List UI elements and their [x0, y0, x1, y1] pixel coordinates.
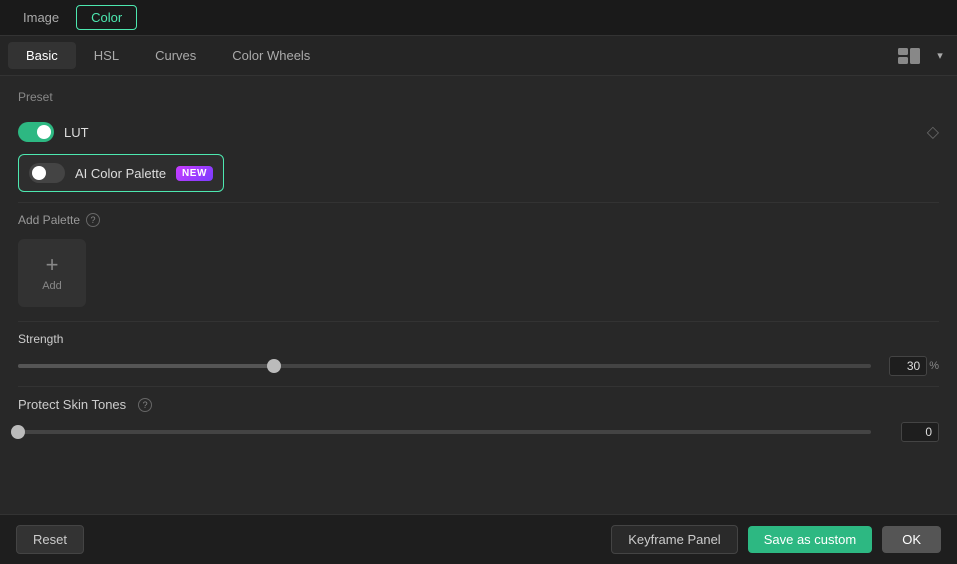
tab-hsl[interactable]: HSL [76, 42, 137, 69]
ok-button[interactable]: OK [882, 526, 941, 553]
strength-value-input[interactable] [889, 356, 927, 376]
strength-section: Strength % [0, 322, 957, 386]
ai-palette-toggle[interactable] [29, 163, 65, 183]
ai-color-palette-row: AI Color Palette NEW [18, 154, 224, 192]
tab-color[interactable]: Color [76, 5, 137, 30]
add-plus-icon: + [46, 254, 59, 276]
lut-toggle[interactable] [18, 122, 54, 142]
protect-skin-slider-thumb[interactable] [11, 425, 25, 439]
lut-row: LUT ◇ [18, 116, 939, 148]
protect-skin-help-icon[interactable]: ? [138, 398, 152, 412]
add-thumb-label: Add [42, 280, 62, 292]
tab-image[interactable]: Image [8, 5, 74, 30]
top-tab-bar: Image Color [0, 0, 957, 36]
strength-slider-fill [18, 364, 274, 368]
tab-curves[interactable]: Curves [137, 42, 214, 69]
strength-unit: % [929, 360, 939, 372]
add-palette-label-text: Add Palette [18, 213, 80, 227]
new-badge: NEW [176, 166, 213, 181]
protect-skin-value-box [881, 422, 939, 442]
protect-skin-slider-track[interactable] [18, 430, 871, 434]
chevron-down-icon[interactable]: ▾ [931, 46, 949, 66]
protect-skin-value-input[interactable] [901, 422, 939, 442]
add-palette-header: Add Palette ? [18, 213, 939, 227]
tab-basic[interactable]: Basic [8, 42, 76, 69]
preset-section: Preset LUT ◇ AI Color Palette NEW [0, 76, 957, 202]
diamond-icon: ◇ [927, 122, 939, 142]
lut-label: LUT [64, 125, 89, 140]
strength-slider-track[interactable] [18, 364, 871, 368]
strength-slider-thumb[interactable] [267, 359, 281, 373]
add-palette-section: Add Palette ? + Add [0, 203, 957, 321]
protect-skin-label: Protect Skin Tones [18, 397, 126, 412]
bottom-bar: Reset Keyframe Panel Save as custom OK [0, 514, 957, 564]
protect-skin-header: Protect Skin Tones ? [18, 397, 939, 412]
add-palette-button[interactable]: + Add [18, 239, 86, 307]
strength-label: Strength [18, 332, 939, 346]
strength-slider-row: % [18, 356, 939, 376]
strength-value-box: % [881, 356, 939, 376]
keyframe-panel-button[interactable]: Keyframe Panel [611, 525, 738, 554]
sec-tab-bar: Basic HSL Curves Color Wheels ▾ [0, 36, 957, 76]
preset-section-title: Preset [18, 90, 939, 104]
protect-skin-slider-row [18, 422, 939, 442]
reset-button[interactable]: Reset [16, 525, 84, 554]
add-palette-help-icon[interactable]: ? [86, 213, 100, 227]
main-content: Preset LUT ◇ AI Color Palette NEW [0, 76, 957, 514]
tab-color-wheels[interactable]: Color Wheels [214, 42, 328, 69]
save-custom-button[interactable]: Save as custom [748, 526, 873, 553]
protect-skin-section: Protect Skin Tones ? [0, 387, 957, 452]
panel-layout-icon[interactable] [895, 46, 923, 66]
ai-palette-label: AI Color Palette [75, 166, 166, 181]
